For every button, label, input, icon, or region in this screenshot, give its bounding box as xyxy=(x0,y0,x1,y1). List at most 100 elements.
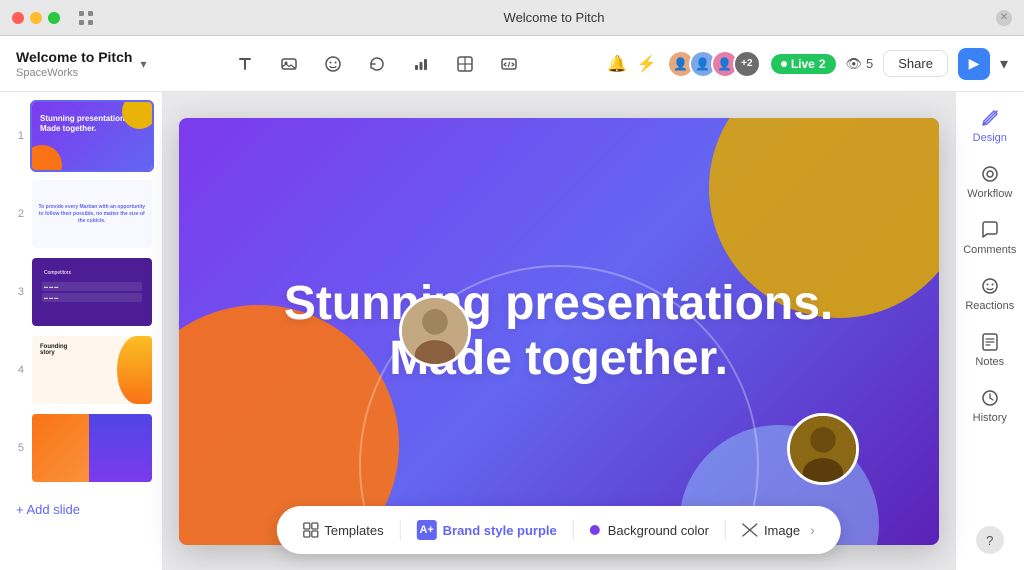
reactions-label: Reactions xyxy=(965,300,1014,312)
slide-item-5[interactable]: 5 xyxy=(8,412,154,484)
live-label: Live xyxy=(791,57,815,71)
live-badge[interactable]: Live 2 xyxy=(771,54,836,74)
notes-icon xyxy=(980,332,1000,352)
toolbar-left: Welcome to Pitch SpaceWorks ▾ xyxy=(16,49,146,79)
brand-style-button[interactable]: A+ Brand style purple xyxy=(403,514,571,546)
main-toolbar: Welcome to Pitch SpaceWorks ▾ xyxy=(0,36,1024,92)
minimize-button[interactable] xyxy=(30,12,42,24)
divider-2 xyxy=(573,520,574,540)
avatar-extra-count: +2 xyxy=(733,50,761,78)
slide-item-4[interactable]: 4 Foundingstory xyxy=(8,334,154,406)
chart-tool-button[interactable] xyxy=(405,48,437,80)
slide-main-text[interactable]: Stunning presentations. Made together. xyxy=(284,276,833,386)
help-button[interactable]: ? xyxy=(976,526,1004,554)
content-area: 1 Stunning presentations.Made together. … xyxy=(0,92,1024,570)
close-tab-button[interactable]: ✕ xyxy=(996,10,1012,26)
embed-tool-button[interactable] xyxy=(493,48,525,80)
presentation-title: Welcome to Pitch xyxy=(16,49,132,65)
share-button[interactable]: Share xyxy=(883,50,948,77)
design-label: Design xyxy=(973,132,1007,144)
bottom-toolbar: Templates A+ Brand style purple Backgrou… xyxy=(276,506,840,554)
comments-label: Comments xyxy=(963,244,1016,256)
slide-number-1: 1 xyxy=(8,130,24,142)
slide-number-4: 4 xyxy=(8,364,24,376)
comments-panel-button[interactable]: Comments xyxy=(958,212,1022,264)
workspace-name: SpaceWorks xyxy=(16,67,132,79)
maximize-button[interactable] xyxy=(48,12,60,24)
history-label: History xyxy=(973,412,1007,424)
slide-thumbnail-3[interactable]: Competitors ▬ ▬ ▬ ▬ ▬ ▬ xyxy=(30,256,154,328)
divider-3 xyxy=(725,520,726,540)
templates-label: Templates xyxy=(324,523,383,538)
views-number: 5 xyxy=(866,56,873,71)
play-button[interactable]: ▶ xyxy=(958,48,990,80)
image-button[interactable]: Image › xyxy=(728,516,829,544)
collaborator-avatar-2 xyxy=(787,413,859,485)
close-button[interactable] xyxy=(12,12,24,24)
slide-thumbnail-2[interactable]: To provide every Martian with an opportu… xyxy=(30,178,154,250)
title-bar: Welcome to Pitch ✕ xyxy=(0,0,1024,36)
templates-icon xyxy=(302,522,318,538)
workflow-label: Workflow xyxy=(967,188,1012,200)
brand-style-icon: A+ xyxy=(417,520,437,540)
live-dot xyxy=(781,61,787,67)
comments-icon xyxy=(980,220,1000,240)
notification-icon[interactable]: 🔔 xyxy=(607,54,627,74)
slide-thumbnail-5[interactable] xyxy=(30,412,154,484)
notes-panel-button[interactable]: Notes xyxy=(958,324,1022,376)
workflow-icon xyxy=(980,164,1000,184)
slide-thumbnail-4[interactable]: Foundingstory xyxy=(30,334,154,406)
right-panel: Design Workflow Comments xyxy=(955,92,1024,570)
table-tool-button[interactable] xyxy=(449,48,481,80)
slide-text-line2: Made together. xyxy=(284,331,833,386)
person-1-placeholder xyxy=(402,298,468,364)
slide-panel: 1 Stunning presentations.Made together. … xyxy=(0,92,163,570)
refresh-tool-button[interactable] xyxy=(361,48,393,80)
slide-item-2[interactable]: 2 To provide every Martian with an oppor… xyxy=(8,178,154,250)
background-label: Background color xyxy=(608,523,709,538)
grid-icon[interactable] xyxy=(72,4,100,32)
views-count: 👁 5 xyxy=(846,56,874,72)
slide-text-line1: Stunning presentations. xyxy=(284,276,833,331)
history-panel-button[interactable]: History xyxy=(958,380,1022,432)
person-2-placeholder xyxy=(790,416,856,482)
slide-number-5: 5 xyxy=(8,442,24,454)
canvas-area: Stunning presentations. Made together. xyxy=(163,92,955,570)
slide-number-3: 3 xyxy=(8,286,24,298)
slide-item-3[interactable]: 3 Competitors ▬ ▬ ▬ ▬ ▬ ▬ xyxy=(8,256,154,328)
chevron-right-icon: › xyxy=(810,522,815,538)
background-color-swatch xyxy=(590,525,600,535)
more-options-button[interactable]: ▾ xyxy=(1000,54,1008,74)
window-title: Welcome to Pitch xyxy=(112,10,996,25)
lightning-icon[interactable]: ⚡ xyxy=(637,54,657,74)
slide-number-2: 2 xyxy=(8,208,24,220)
image-icon xyxy=(742,523,758,537)
emoji-tool-button[interactable] xyxy=(317,48,349,80)
design-icon xyxy=(980,108,1000,128)
app-title-area[interactable]: Welcome to Pitch SpaceWorks xyxy=(16,49,132,79)
slide-thumbnail-1[interactable]: Stunning presentations.Made together. xyxy=(30,100,154,172)
reactions-icon xyxy=(980,276,1000,296)
toolbar-center xyxy=(146,48,607,80)
design-panel-button[interactable]: Design xyxy=(958,100,1022,152)
background-color-button[interactable]: Background color xyxy=(576,517,723,544)
workflow-panel-button[interactable]: Workflow xyxy=(958,156,1022,208)
history-icon xyxy=(980,388,1000,408)
slide-item-1[interactable]: 1 Stunning presentations.Made together. xyxy=(8,100,154,172)
live-count: 2 xyxy=(819,57,826,71)
image-tool-button[interactable] xyxy=(273,48,305,80)
divider-1 xyxy=(400,520,401,540)
collaborator-avatars: 👤 👤 👤 +2 xyxy=(667,50,761,78)
notes-label: Notes xyxy=(975,356,1004,368)
toolbar-right: 🔔 ⚡ 👤 👤 👤 +2 Live 2 👁 5 Share ▶ ▾ xyxy=(607,48,1008,80)
reactions-panel-button[interactable]: Reactions xyxy=(958,268,1022,320)
add-slide-button[interactable]: + Add slide xyxy=(8,494,154,525)
templates-button[interactable]: Templates xyxy=(288,516,397,544)
main-slide[interactable]: Stunning presentations. Made together. xyxy=(179,118,939,545)
brand-style-label: Brand style purple xyxy=(443,523,557,538)
collaborator-avatar-1 xyxy=(399,295,471,367)
window-controls xyxy=(12,12,60,24)
eye-icon: 👁 xyxy=(846,56,863,72)
image-label: Image xyxy=(764,523,800,538)
text-tool-button[interactable] xyxy=(229,48,261,80)
